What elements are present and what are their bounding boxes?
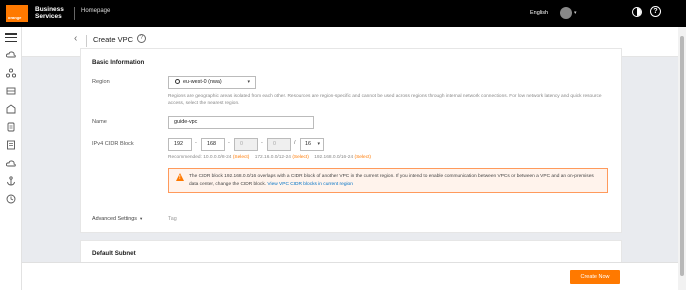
warning-message: The CIDR block 192.168.0.0/16 overlaps w… (189, 173, 601, 188)
brand-line-1: Business (35, 6, 64, 13)
chevron-down-icon[interactable]: ▾ (574, 10, 577, 16)
recommended-cidr-2: 172.16.0.0/12-24 (254, 155, 291, 160)
cidr-separator: - (195, 140, 197, 146)
help-icon[interactable]: ? (650, 6, 661, 17)
orange-logo[interactable]: orange (6, 5, 28, 22)
recommended-cidr-1: 10.0.0.0/8-24 (203, 155, 232, 160)
cloud-server-icon[interactable] (5, 47, 16, 58)
name-label: Name (92, 119, 107, 125)
side-nav-rail (0, 27, 22, 290)
basic-information-card: Basic Information Region eu-west-0 (nwa)… (80, 48, 622, 233)
brand-line-2: Services (35, 13, 62, 20)
section-title-subnet: Default Subnet (92, 250, 136, 257)
recommended-cidr-3: 192.168.0.0/16-24 (314, 155, 354, 160)
homepage-link[interactable]: Homepage (81, 8, 110, 14)
cidr-separator: - (228, 140, 230, 146)
clock-icon[interactable] (6, 191, 16, 204)
select-link-3[interactable]: (Select) (355, 155, 372, 160)
cidr-octet-1[interactable]: 192 (168, 138, 192, 151)
select-link-2[interactable]: (Select) (292, 155, 309, 160)
theme-toggle-icon[interactable] (632, 7, 642, 17)
cloud-icon[interactable] (5, 155, 16, 167)
chevron-down-icon: ▾ (317, 141, 320, 147)
warning-icon: ! (176, 173, 184, 181)
document-icon[interactable] (6, 119, 16, 132)
recommended-label: Recommended: (168, 155, 204, 160)
header-divider (86, 35, 87, 47)
cidr-overlap-warning: ! The CIDR block 192.168.0.0/16 overlaps… (168, 168, 608, 193)
back-icon[interactable]: ‹ (74, 33, 77, 44)
cidr-mask-slash: / (294, 140, 296, 146)
region-hint: Regions are geographic areas isolated fr… (168, 94, 602, 106)
brand-divider (74, 7, 75, 20)
language-selector[interactable]: English (530, 10, 548, 16)
tag-label: Tag (168, 216, 177, 222)
select-link-1[interactable]: (Select) (233, 155, 250, 160)
database-icon[interactable] (6, 101, 16, 114)
footer-bar: Create Now (22, 262, 678, 290)
cidr-octet-2[interactable]: 168 (201, 138, 225, 151)
network-icon[interactable] (5, 65, 17, 78)
cidr-separator: - (261, 140, 263, 146)
create-now-button[interactable]: Create Now (570, 270, 620, 284)
chevron-down-icon: ▾ (139, 216, 143, 221)
menu-icon[interactable] (5, 33, 17, 42)
top-bar: orange Business Services Homepage Englis… (0, 0, 686, 27)
globe-icon (175, 78, 180, 84)
cidr-label: IPv4 CIDR Block (92, 141, 134, 147)
region-value: eu-west-0 (nwa) (183, 79, 222, 85)
advanced-settings-label: Advanced Settings (92, 216, 137, 222)
anchor-icon[interactable] (6, 173, 16, 186)
cidr-mask-value: 16 (305, 141, 311, 147)
view-cidr-blocks-link[interactable]: View VPC CIDR blocks in current region (267, 182, 353, 187)
cidr-octet-4[interactable]: 0 (267, 138, 291, 151)
warning-text: The CIDR block 192.168.0.0/16 overlaps w… (189, 174, 594, 187)
user-avatar[interactable] (560, 7, 572, 19)
cidr-octet-3[interactable]: 0 (234, 138, 258, 151)
brand-name: Business Services (35, 6, 64, 20)
region-label: Region (92, 79, 110, 85)
name-input[interactable]: guide-vpc (168, 116, 314, 129)
section-title-basic: Basic Information (92, 59, 145, 66)
storage-icon[interactable] (6, 83, 16, 95)
list-icon[interactable] (6, 137, 16, 150)
region-select[interactable]: eu-west-0 (nwa) ▾ (168, 76, 256, 89)
logo-text: orange (8, 15, 22, 20)
cidr-mask-select[interactable]: 16 ▾ (300, 138, 324, 151)
page-title: Create VPC (93, 35, 134, 44)
recommended-cidrs: Recommended: 10.0.0.0/8-24 (Select) 172.… (168, 155, 371, 160)
question-icon[interactable]: ? (137, 34, 146, 43)
advanced-settings-toggle[interactable]: Advanced Settings ▾ (92, 216, 142, 222)
scrollbar-thumb[interactable] (680, 36, 684, 276)
chevron-down-icon: ▾ (247, 79, 250, 85)
